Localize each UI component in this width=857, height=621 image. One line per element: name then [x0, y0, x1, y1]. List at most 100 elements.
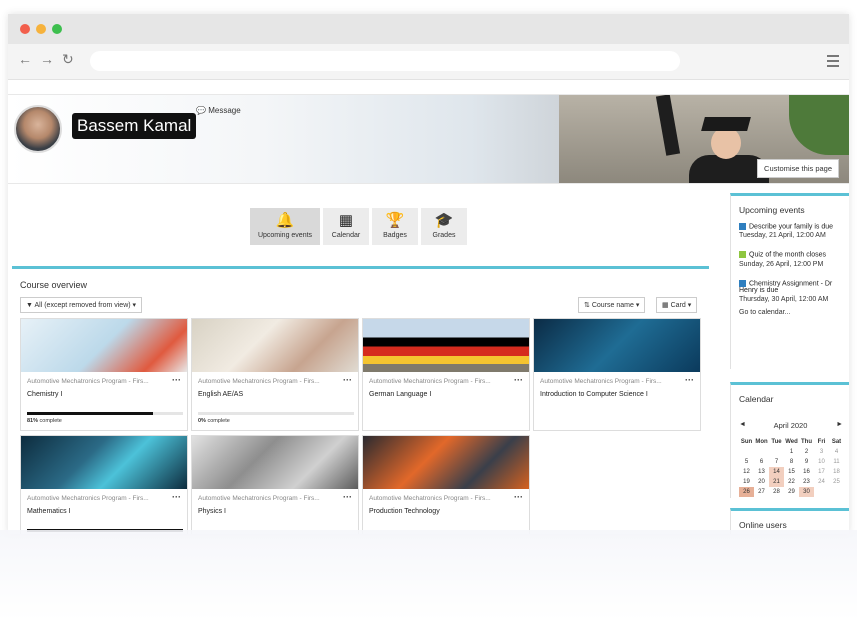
- calendar-day: [829, 487, 844, 497]
- course-image[interactable]: [363, 319, 529, 372]
- event-title[interactable]: Quiz of the month closes: [749, 252, 826, 259]
- course-name[interactable]: Mathematics I: [27, 508, 71, 515]
- course-card-mathematics[interactable]: Automotive Mechatronics Program - Firs..…: [20, 435, 188, 534]
- more-options-icon[interactable]: ···: [343, 375, 352, 385]
- back-arrow-icon[interactable]: ←: [18, 51, 32, 67]
- calendar-day[interactable]: 19: [739, 477, 754, 487]
- calendar-day[interactable]: 10: [814, 457, 829, 467]
- calendar-day[interactable]: 2: [799, 447, 814, 457]
- sort-label: Course name: [591, 302, 634, 309]
- course-name[interactable]: Physics I: [198, 508, 226, 515]
- maximize-window-button[interactable]: [52, 24, 62, 34]
- more-options-icon[interactable]: ···: [343, 492, 352, 502]
- calendar-day[interactable]: 25: [829, 477, 844, 487]
- next-month-icon[interactable]: ►: [836, 421, 843, 428]
- calendar-day[interactable]: 30: [799, 487, 814, 497]
- course-card-production-technology[interactable]: Automotive Mechatronics Program - Firs..…: [362, 435, 530, 534]
- calendar-day[interactable]: 15: [784, 467, 799, 477]
- tab-calendar[interactable]: ▦ Calendar: [323, 208, 369, 245]
- course-image[interactable]: [21, 436, 187, 489]
- more-options-icon[interactable]: ···: [685, 375, 694, 385]
- minimize-window-button[interactable]: [36, 24, 46, 34]
- more-options-icon[interactable]: ···: [172, 492, 181, 502]
- calendar-week-row: 26 27 28 29 30: [739, 487, 844, 497]
- bottom-fade: [0, 530, 857, 621]
- calendar-day[interactable]: 18: [829, 467, 844, 477]
- reload-icon[interactable]: ↻: [62, 51, 74, 68]
- avatar[interactable]: [14, 105, 62, 153]
- calendar-day[interactable]: 8: [784, 457, 799, 467]
- course-name[interactable]: English AE/AS: [198, 391, 243, 398]
- course-name[interactable]: Introduction to Computer Science I: [540, 391, 648, 398]
- calendar-day[interactable]: 28: [769, 487, 784, 497]
- course-card-physics[interactable]: Automotive Mechatronics Program - Firs..…: [191, 435, 359, 534]
- course-image[interactable]: [363, 436, 529, 489]
- more-options-icon[interactable]: ···: [172, 375, 181, 385]
- filter-label: All (except removed from view): [34, 302, 131, 309]
- event-date: Tuesday, 21 April, 12:00 AM: [739, 232, 826, 240]
- calendar-day[interactable]: 23: [799, 477, 814, 487]
- calendar-week-row: 1234: [739, 447, 844, 457]
- close-window-button[interactable]: [20, 24, 30, 34]
- progress-suffix: complete: [207, 418, 230, 424]
- course-filter-dropdown[interactable]: ▼ All (except removed from view) ▾: [20, 297, 143, 313]
- tab-grades[interactable]: 🎓 Grades: [421, 208, 467, 245]
- course-category: Automotive Mechatronics Program - Firs..…: [27, 495, 149, 502]
- more-options-icon[interactable]: ···: [514, 492, 523, 502]
- forward-arrow-icon[interactable]: →: [40, 51, 54, 67]
- event-title[interactable]: Chemistry Assignment - Dr Henry is due: [739, 280, 832, 294]
- online-users-title: Online users: [739, 520, 787, 530]
- calendar-day[interactable]: 11: [829, 457, 844, 467]
- quiz-icon: [739, 251, 746, 259]
- calendar-day[interactable]: 4: [829, 447, 844, 457]
- calendar-day[interactable]: 21: [769, 477, 784, 487]
- tab-upcoming-events[interactable]: 🔔 Upcoming events: [250, 208, 320, 245]
- course-card-german[interactable]: Automotive Mechatronics Program - Firs..…: [362, 318, 530, 431]
- calendar-day[interactable]: 13: [754, 467, 769, 477]
- calendar-day[interactable]: 27: [754, 487, 769, 497]
- calendar-day[interactable]: 29: [784, 487, 799, 497]
- course-category: Automotive Mechatronics Program - Firs..…: [369, 495, 491, 502]
- browser-navbar: ← → ↻: [8, 44, 849, 80]
- calendar-day[interactable]: 5: [739, 457, 754, 467]
- calendar-day[interactable]: 16: [799, 467, 814, 477]
- message-label: Message: [208, 106, 241, 115]
- course-image[interactable]: [534, 319, 700, 372]
- calendar-day[interactable]: 7: [769, 457, 784, 467]
- calendar-day[interactable]: 1: [784, 447, 799, 457]
- calendar-day[interactable]: 9: [799, 457, 814, 467]
- calendar-day[interactable]: 20: [754, 477, 769, 487]
- event-item[interactable]: Quiz of the month closes Sunday, 26 Apri…: [731, 251, 849, 268]
- more-options-icon[interactable]: ···: [514, 375, 523, 385]
- user-name: Bassem Kamal: [72, 113, 197, 139]
- course-name[interactable]: Production Technology: [369, 508, 440, 515]
- course-card-chemistry[interactable]: Automotive Mechatronics Program - Firs..…: [20, 318, 188, 431]
- calendar-grid: Sun Mon Tue Wed Thu Fri Sat 1 2 3 4 5 6 7 8 9 10 11 12 13 14…: [739, 437, 844, 497]
- calendar-day[interactable]: 22: [784, 477, 799, 487]
- course-sort-dropdown[interactable]: ⇅ Course name ▾: [578, 297, 646, 313]
- message-link[interactable]: 💬 Message: [196, 106, 241, 115]
- course-view-dropdown[interactable]: ▦ Card ▾: [656, 297, 698, 313]
- customise-page-button[interactable]: Customise this page: [757, 159, 839, 178]
- event-item[interactable]: Describe your family is due Tuesday, 21 …: [731, 223, 849, 239]
- event-title[interactable]: Describe your family is due: [749, 223, 833, 230]
- event-item[interactable]: Chemistry Assignment - Dr Henry is due T…: [731, 279, 849, 303]
- calendar-day[interactable]: 12: [739, 467, 754, 477]
- calendar-day[interactable]: 17: [814, 467, 829, 477]
- calendar-day[interactable]: 26: [739, 487, 754, 497]
- course-card-english[interactable]: Automotive Mechatronics Program - Firs..…: [191, 318, 359, 431]
- course-name[interactable]: Chemistry I: [27, 391, 62, 398]
- calendar-day[interactable]: 14: [769, 467, 784, 477]
- address-bar[interactable]: [90, 51, 680, 71]
- course-image[interactable]: [21, 319, 187, 372]
- go-to-calendar-link[interactable]: Go to calendar...: [731, 303, 849, 316]
- calendar-day[interactable]: 6: [754, 457, 769, 467]
- course-card-computer-science[interactable]: Automotive Mechatronics Program - Firs..…: [533, 318, 701, 431]
- course-image[interactable]: [192, 436, 358, 489]
- hamburger-menu-icon[interactable]: [827, 55, 839, 70]
- course-image[interactable]: [192, 319, 358, 372]
- calendar-day[interactable]: 3: [814, 447, 829, 457]
- tab-badges[interactable]: 🏆 Badges: [372, 208, 418, 245]
- calendar-day[interactable]: 24: [814, 477, 829, 487]
- course-name[interactable]: German Language I: [369, 391, 431, 398]
